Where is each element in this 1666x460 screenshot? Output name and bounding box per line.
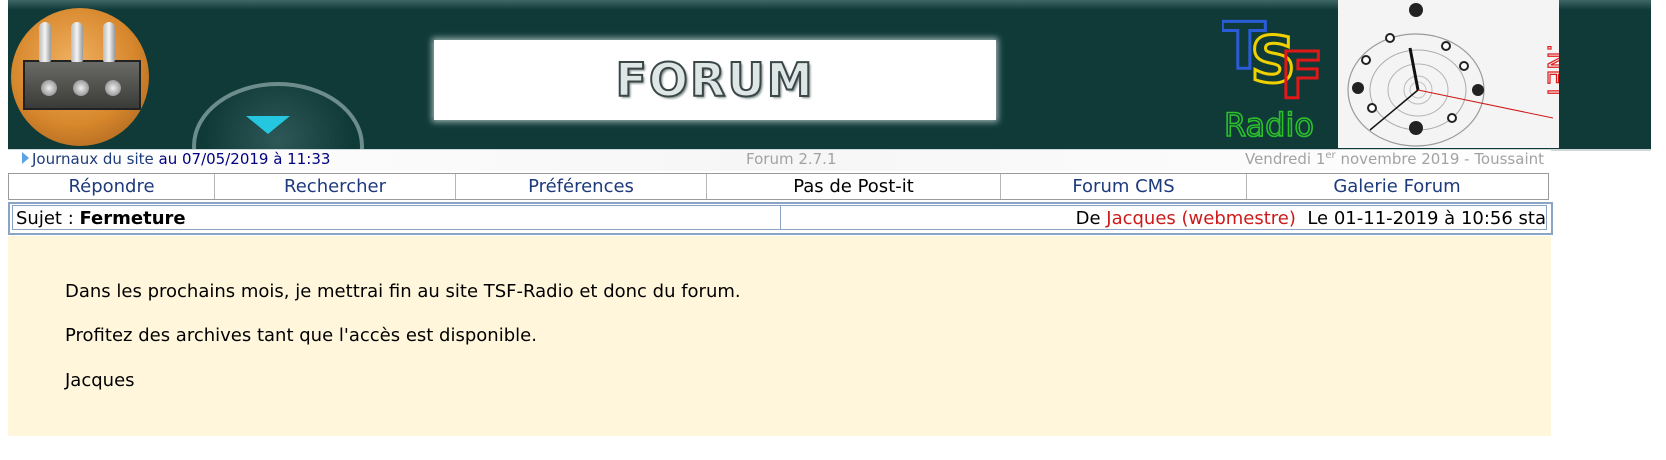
radio-knob-icon	[41, 80, 57, 96]
current-date-rest: novembre 2019 - Toussaint	[1335, 150, 1544, 168]
site-header: FORUM T S F Radio .NET	[8, 0, 1651, 151]
journal-info: Journaux du site au 07/05/2019 à 11:33	[22, 150, 330, 169]
forum-banner: FORUM	[434, 40, 996, 120]
radio-tube-icon	[39, 22, 51, 62]
subject-title: Fermeture	[79, 208, 186, 229]
net-label: .NET	[1542, 44, 1559, 100]
planet-icon	[1441, 41, 1451, 51]
tsf-logo-f: F	[1280, 40, 1324, 114]
down-arrow-icon[interactable]	[246, 116, 290, 134]
forum-cms-link[interactable]: Forum CMS	[1001, 174, 1247, 199]
planet-icon	[1352, 82, 1364, 94]
radio-knob-icon	[73, 80, 89, 96]
planet-icon	[1385, 33, 1395, 43]
message-line: Profitez des archives tant que l'accès e…	[65, 325, 537, 346]
solar-clock-logo[interactable]: .NET	[1338, 0, 1559, 148]
planet-icon	[1447, 113, 1457, 123]
search-button[interactable]: Rechercher	[215, 174, 456, 199]
preferences-button[interactable]: Préférences	[456, 174, 707, 199]
message-body: Dans les prochains mois, je mettrai fin …	[8, 236, 1551, 436]
antique-radio-logo[interactable]	[11, 8, 149, 146]
forum-banner-title: FORUM	[614, 52, 815, 108]
planet-icon	[1367, 103, 1377, 113]
journal-link[interactable]: Journaux du site	[32, 150, 154, 168]
author-prefix: De	[1075, 208, 1107, 229]
message-signature: Jacques	[65, 370, 135, 391]
author-link[interactable]: Jacques (webmestre)	[1106, 208, 1296, 229]
radio-tube-icon	[71, 22, 83, 62]
planet-icon	[1459, 61, 1469, 71]
message-line: Dans les prochains mois, je mettrai fin …	[65, 281, 741, 302]
radio-knob-icon	[105, 80, 121, 96]
current-date-ordinal: er	[1325, 150, 1336, 161]
author-cell: De Jacques (webmestre) Le 01-11-2019 à 1…	[780, 205, 1547, 230]
post-timestamp: Le 01-11-2019 à 10:56 sta	[1295, 208, 1546, 229]
planet-icon	[1361, 55, 1371, 65]
current-date: Vendredi 1er novembre 2019 - Toussaint	[1245, 150, 1544, 169]
radio-tube-icon	[103, 22, 115, 62]
clock-logo-background	[1338, 0, 1559, 148]
planet-icon	[1472, 84, 1484, 96]
current-date-day: Vendredi 1	[1244, 150, 1326, 168]
tsf-logo-radio-word: Radio	[1224, 106, 1314, 144]
forum-version: Forum 2.7.1	[746, 150, 837, 168]
topic-header: Sujet : Fermeture De Jacques (webmestre)…	[8, 202, 1553, 235]
forum-nav-bar: Répondre Rechercher Préférences Pas de P…	[8, 173, 1549, 200]
postit-toggle[interactable]: Pas de Post-it	[707, 174, 1001, 199]
reply-button[interactable]: Répondre	[9, 174, 215, 199]
subject-label: Sujet :	[16, 208, 80, 229]
subject-cell: Sujet : Fermeture	[12, 205, 781, 230]
planet-icon	[1409, 3, 1423, 17]
info-bar: Journaux du site au 07/05/2019 à 11:33 F…	[8, 150, 1551, 171]
gallery-forum-link[interactable]: Galerie Forum	[1247, 174, 1547, 199]
planet-icon	[1409, 121, 1423, 135]
play-icon	[22, 152, 29, 164]
tsf-radio-logo[interactable]: T S F Radio	[1222, 6, 1334, 145]
journal-date: au 07/05/2019 à 11:33	[153, 150, 331, 168]
